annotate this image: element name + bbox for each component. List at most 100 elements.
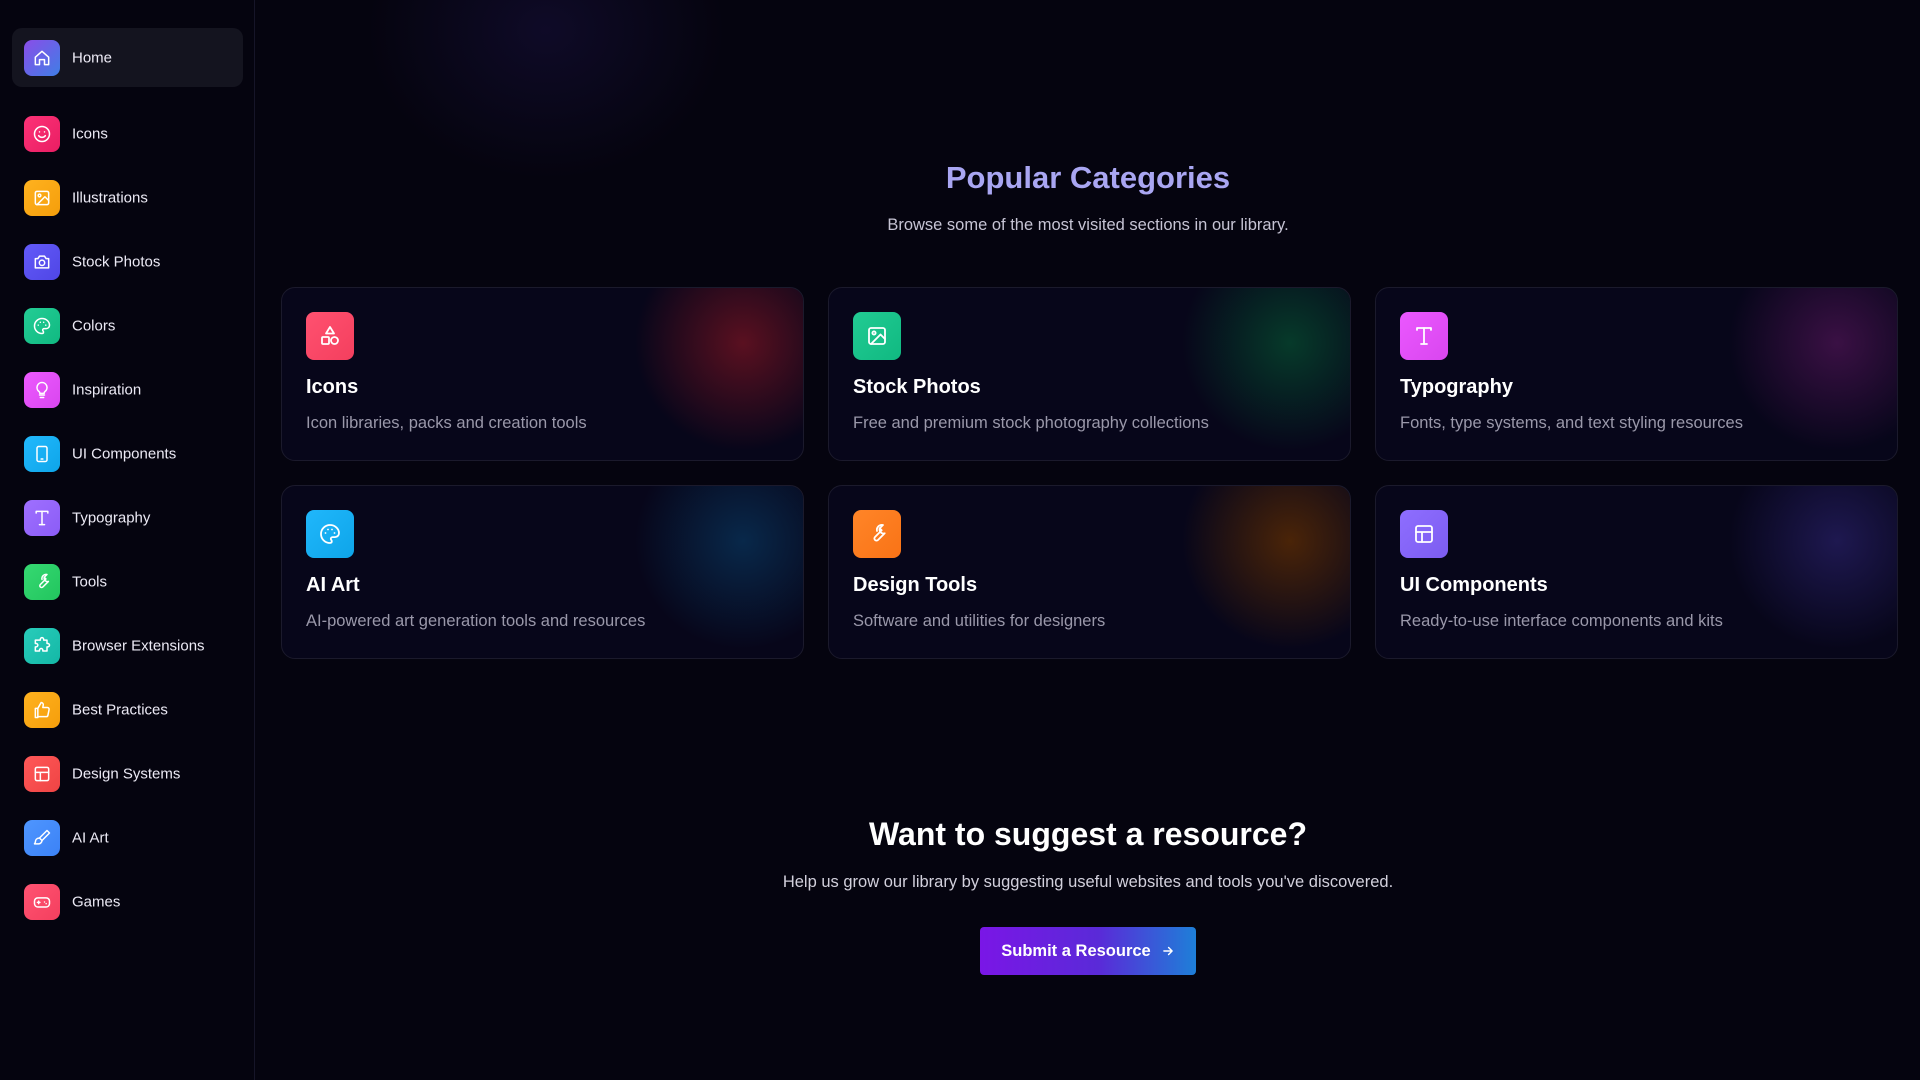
type-icon bbox=[35, 510, 49, 525]
brush-icon bbox=[33, 829, 51, 845]
sidebar-item-label: Illustrations bbox=[72, 189, 148, 206]
image-icon bbox=[24, 179, 60, 216]
category-card-ui-components[interactable]: UI Components Ready-to-use interface comp… bbox=[1375, 485, 1898, 659]
image-icon bbox=[34, 190, 50, 205]
card-title: Design Tools bbox=[853, 574, 978, 596]
sidebar-item-label: Games bbox=[72, 893, 121, 910]
puzzle-icon bbox=[24, 627, 60, 664]
sidebar-item-colors[interactable]: Colors bbox=[12, 296, 243, 355]
card-glow bbox=[623, 288, 803, 458]
sidebar-item-label: Tools bbox=[72, 573, 108, 590]
section-title: Popular Categories bbox=[945, 160, 1231, 195]
tablet-icon bbox=[24, 435, 60, 472]
sidebar-item-design-systems[interactable]: Design Systems bbox=[12, 744, 243, 803]
palette-icon bbox=[320, 524, 340, 544]
lightbulb-icon bbox=[36, 381, 48, 398]
shapes-icon bbox=[306, 312, 354, 360]
palette-icon bbox=[306, 510, 354, 558]
sidebar-item-icons[interactable]: Icons bbox=[12, 104, 243, 163]
layout-icon bbox=[1415, 525, 1433, 543]
palette-icon bbox=[33, 317, 51, 334]
card-title: AI Art bbox=[306, 574, 360, 596]
sidebar-item-typography[interactable]: Typography bbox=[12, 488, 243, 547]
wrench-icon bbox=[873, 524, 886, 542]
background-glow bbox=[366, 0, 726, 180]
main-content: Popular Categories Browse some of the mo… bbox=[256, 0, 1920, 1080]
sidebar-item-label: Browser Extensions bbox=[72, 637, 205, 654]
category-card-design-tools[interactable]: Design Tools Software and utilities for d… bbox=[828, 485, 1351, 659]
wrench-icon bbox=[24, 563, 60, 600]
sidebar-item-label: Inspiration bbox=[72, 381, 142, 398]
card-description: Free and premium stock photography colle… bbox=[853, 414, 1209, 432]
layout-icon bbox=[24, 755, 60, 792]
submit-resource-button[interactable]: Submit a Resource bbox=[980, 927, 1196, 975]
card-title: Stock Photos bbox=[853, 376, 981, 398]
sidebar-item-games[interactable]: Games bbox=[12, 872, 243, 931]
card-glow bbox=[1170, 486, 1350, 656]
sidebar-item-label: Best Practices bbox=[72, 701, 168, 718]
category-card-ai-art[interactable]: AI Art AI-powered art generation tools an… bbox=[281, 485, 804, 659]
wrench-icon bbox=[853, 510, 901, 558]
cta-subtitle: Help us grow our library by suggesting u… bbox=[782, 873, 1394, 891]
card-title: UI Components bbox=[1400, 574, 1548, 596]
layout-icon bbox=[1400, 510, 1448, 558]
image-icon bbox=[853, 312, 901, 360]
sidebar-item-stock-photos[interactable]: Stock Photos bbox=[12, 232, 243, 291]
brush-icon bbox=[24, 819, 60, 856]
category-card-stock-photos[interactable]: Stock Photos Free and premium stock photo… bbox=[828, 287, 1351, 461]
sidebar-item-browser-extensions[interactable]: Browser Extensions bbox=[12, 616, 243, 675]
smile-icon bbox=[33, 125, 51, 142]
palette-icon bbox=[24, 307, 60, 344]
arrow-right-icon bbox=[1162, 946, 1173, 956]
sidebar: Home Icons Illustrations Stock Photos Colors… bbox=[0, 0, 255, 1080]
puzzle-icon bbox=[34, 636, 51, 652]
sidebar-item-label: Typography bbox=[72, 509, 151, 526]
sidebar-item-home[interactable]: Home bbox=[12, 28, 243, 87]
sidebar-item-best-practices[interactable]: Best Practices bbox=[12, 680, 243, 739]
section-subtitle: Browse some of the most visited sections… bbox=[887, 216, 1289, 234]
sidebar-item-label: Home bbox=[72, 49, 113, 66]
card-description: Ready-to-use interface components and ki… bbox=[1400, 612, 1723, 630]
sidebar-item-illustrations[interactable]: Illustrations bbox=[12, 168, 243, 227]
gamepad-icon bbox=[24, 883, 60, 920]
type-icon bbox=[1416, 327, 1432, 345]
sidebar-item-ui-components[interactable]: UI Components bbox=[12, 424, 243, 483]
sidebar-item-ai-art[interactable]: AI Art bbox=[12, 808, 243, 867]
card-glow bbox=[623, 486, 803, 656]
card-title: Icons bbox=[306, 376, 359, 398]
card-title: Typography bbox=[1400, 376, 1513, 398]
tablet-icon bbox=[36, 445, 48, 462]
type-icon bbox=[24, 499, 60, 536]
image-icon bbox=[868, 327, 886, 345]
lightbulb-icon bbox=[24, 371, 60, 408]
cta-title: Want to suggest a resource? bbox=[869, 816, 1307, 852]
sidebar-item-label: Stock Photos bbox=[72, 253, 161, 270]
category-card-icons[interactable]: Icons Icon libraries, packs and creation … bbox=[281, 287, 804, 461]
camera-icon bbox=[24, 243, 60, 280]
card-description: Icon libraries, packs and creation tools bbox=[306, 414, 587, 432]
smile-icon bbox=[24, 115, 60, 152]
card-description: Software and utilities for designers bbox=[853, 612, 1106, 630]
app-window: Home Icons Illustrations Stock Photos Colors… bbox=[0, 0, 1920, 1080]
category-card-typography[interactable]: Typography Fonts, type systems, and text … bbox=[1375, 287, 1898, 461]
shapes-icon bbox=[321, 326, 339, 345]
card-description: Fonts, type systems, and text styling re… bbox=[1400, 414, 1743, 432]
sidebar-item-label: Colors bbox=[72, 317, 116, 334]
thumbs-up-icon bbox=[24, 691, 60, 728]
wrench-icon bbox=[39, 573, 50, 588]
home-icon bbox=[34, 50, 50, 65]
card-description: AI-powered art generation tools and reso… bbox=[306, 612, 646, 630]
sidebar-item-tools[interactable]: Tools bbox=[12, 552, 243, 611]
home-icon bbox=[24, 39, 60, 76]
card-glow bbox=[1717, 486, 1897, 656]
type-icon bbox=[1400, 312, 1448, 360]
sidebar-item-label: UI Components bbox=[72, 445, 177, 462]
sidebar-item-inspiration[interactable]: Inspiration bbox=[12, 360, 243, 419]
card-glow bbox=[1717, 288, 1897, 458]
sidebar-item-label: Icons bbox=[72, 125, 108, 142]
submit-resource-label: Submit a Resource bbox=[1001, 941, 1151, 960]
gamepad-icon bbox=[33, 896, 51, 908]
camera-icon bbox=[34, 254, 50, 269]
thumbs-up-icon bbox=[34, 701, 50, 718]
sidebar-item-label: Design Systems bbox=[72, 765, 181, 782]
